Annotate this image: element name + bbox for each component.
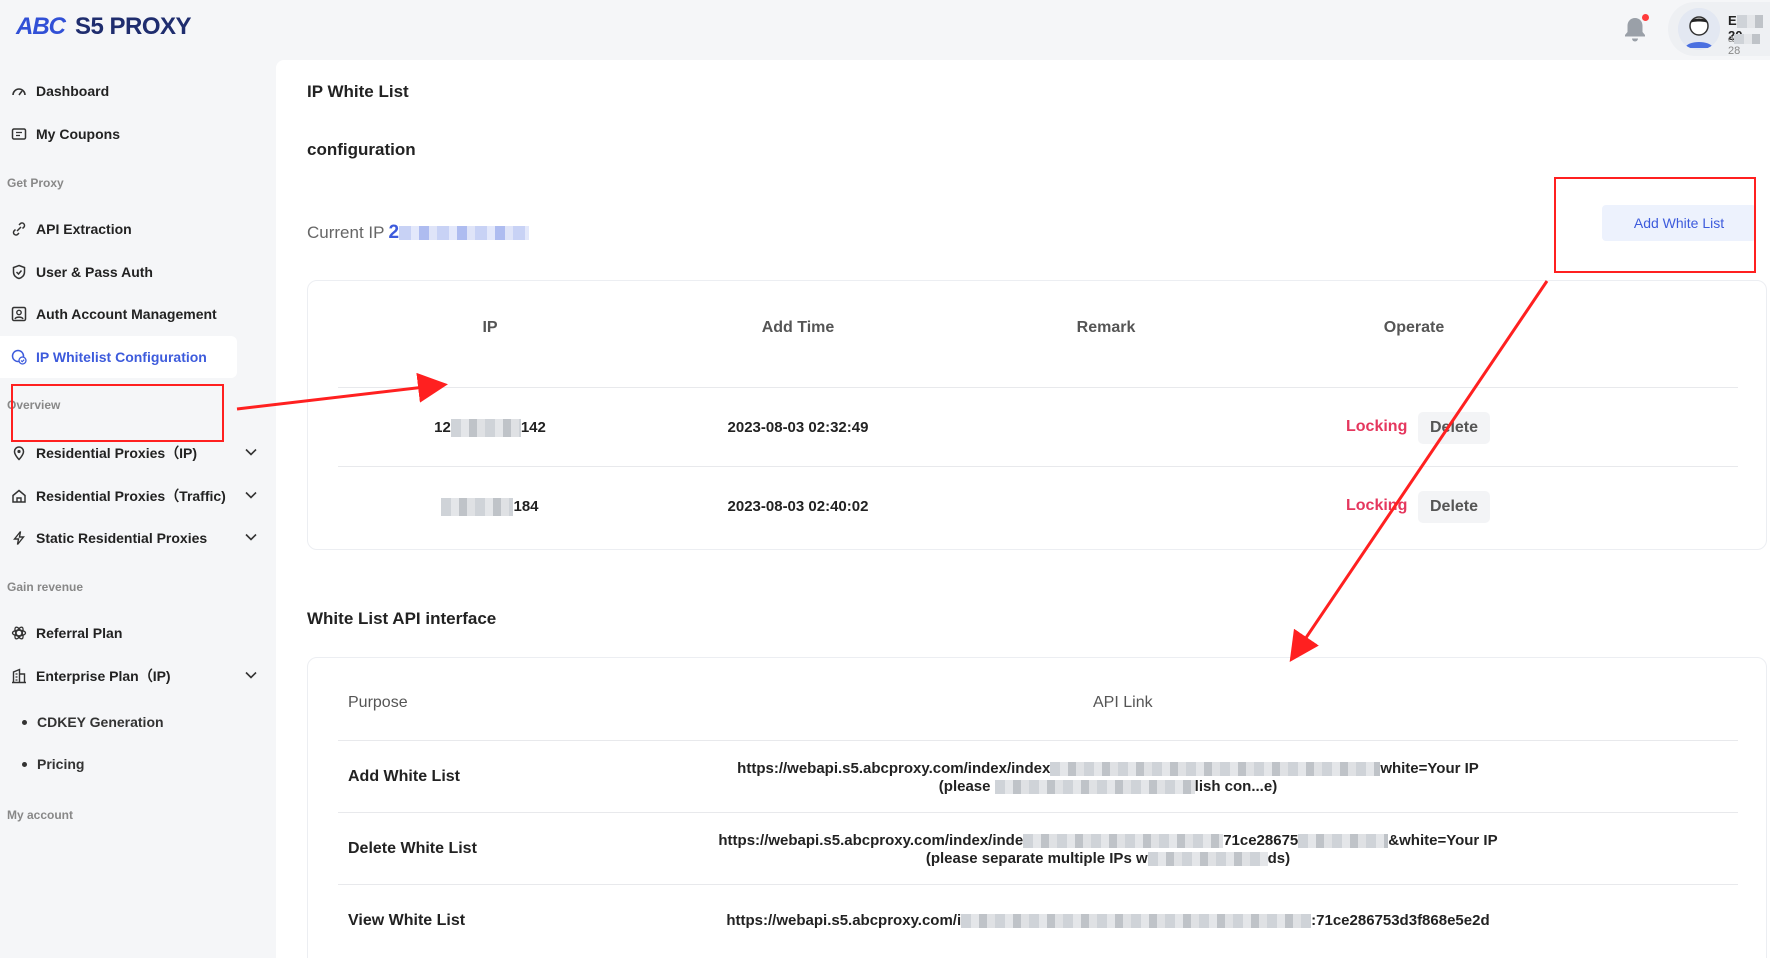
annotation-arrows [236,280,1549,662]
arrow-to-api-table [1289,280,1549,662]
arrow-to-ip-row [236,372,448,411]
